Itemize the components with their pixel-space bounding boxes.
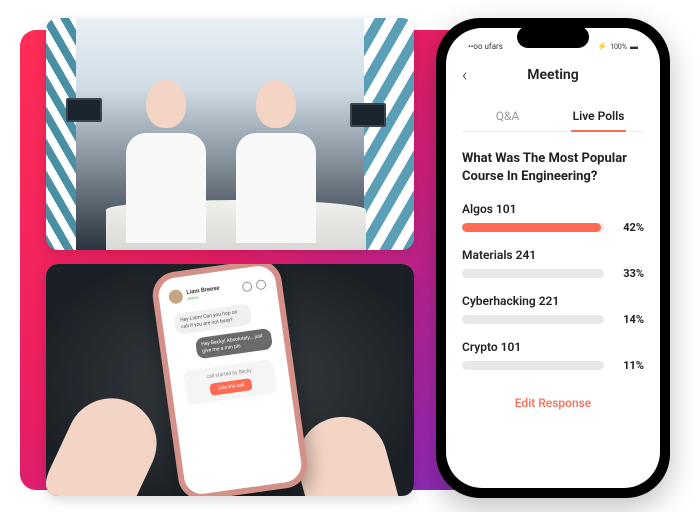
call-notification: call started by Becky Join the call xyxy=(183,359,277,405)
tab-live-polls[interactable]: Live Polls xyxy=(553,101,644,131)
poll-bar-track xyxy=(462,269,604,278)
poll-option-label: Algos 101 xyxy=(462,202,644,216)
poll-option[interactable]: Algos 101 42% xyxy=(462,202,644,234)
chat-message: Hey Becky! Absolutely... just give me a … xyxy=(194,328,273,359)
tab-qa[interactable]: Q&A xyxy=(462,101,553,131)
join-call-button[interactable]: Join the call xyxy=(209,378,253,396)
battery-icon: ▬ xyxy=(630,42,638,51)
poll-option[interactable]: Crypto 101 11% xyxy=(462,340,644,372)
poll-bar-fill xyxy=(462,315,507,324)
person-illustration xyxy=(231,80,321,250)
chat-message: Hey Liam! Can you hop on call if you are… xyxy=(173,304,252,335)
carrier-text: ••oo ufars xyxy=(468,42,503,51)
poll-bar-track xyxy=(462,361,604,370)
poll-bar-fill xyxy=(462,223,601,232)
poll-percent: 11% xyxy=(612,359,644,372)
video-icon xyxy=(242,281,253,292)
hand-holding-phone: Liam Breese Online Hey Liam! Can you hop… xyxy=(46,264,414,496)
chat-phone-mockup: Liam Breese Online Hey Liam! Can you hop… xyxy=(150,264,311,496)
person-illustration xyxy=(121,80,211,250)
monitor-icon xyxy=(66,98,102,122)
poll-list: Algos 101 42% Materials 241 33% Cyberhacking… xyxy=(462,202,644,372)
poll-phone-mockup: ••oo ufars ⚡ 100% ▬ ‹ Meeting Q&A Live P… xyxy=(436,18,670,498)
dynamic-island xyxy=(517,26,589,48)
poll-option[interactable]: Materials 241 33% xyxy=(462,248,644,280)
tabs: Q&A Live Polls xyxy=(462,101,644,132)
monitor-icon xyxy=(350,103,386,127)
chat-photo-card: Liam Breese Online Hey Liam! Can you hop… xyxy=(46,264,414,496)
poll-percent: 33% xyxy=(612,267,644,280)
poll-option-label: Crypto 101 xyxy=(462,340,644,354)
battery-text: 100% xyxy=(610,43,627,51)
poll-bar-fill xyxy=(462,361,496,370)
poll-bar-track xyxy=(462,223,604,232)
studio-photo-card xyxy=(46,18,414,250)
poll-bar-track xyxy=(462,315,604,324)
poll-option-label: Materials 241 xyxy=(462,248,644,262)
back-button[interactable]: ‹ xyxy=(462,65,467,86)
phone-icon xyxy=(255,279,266,290)
studio-scene xyxy=(46,18,414,250)
page-title: Meeting xyxy=(527,67,578,83)
poll-option-label: Cyberhacking 221 xyxy=(462,294,644,308)
poll-percent: 14% xyxy=(612,313,644,326)
edit-response-button[interactable]: Edit Response xyxy=(462,396,644,410)
signal-icon: ⚡ xyxy=(597,42,607,51)
poll-option[interactable]: Cyberhacking 221 14% xyxy=(462,294,644,326)
poll-bar-fill xyxy=(462,269,564,278)
poll-percent: 42% xyxy=(612,221,644,234)
poll-question: What Was The Most Popular Course In Engi… xyxy=(462,150,644,186)
avatar xyxy=(168,289,184,305)
